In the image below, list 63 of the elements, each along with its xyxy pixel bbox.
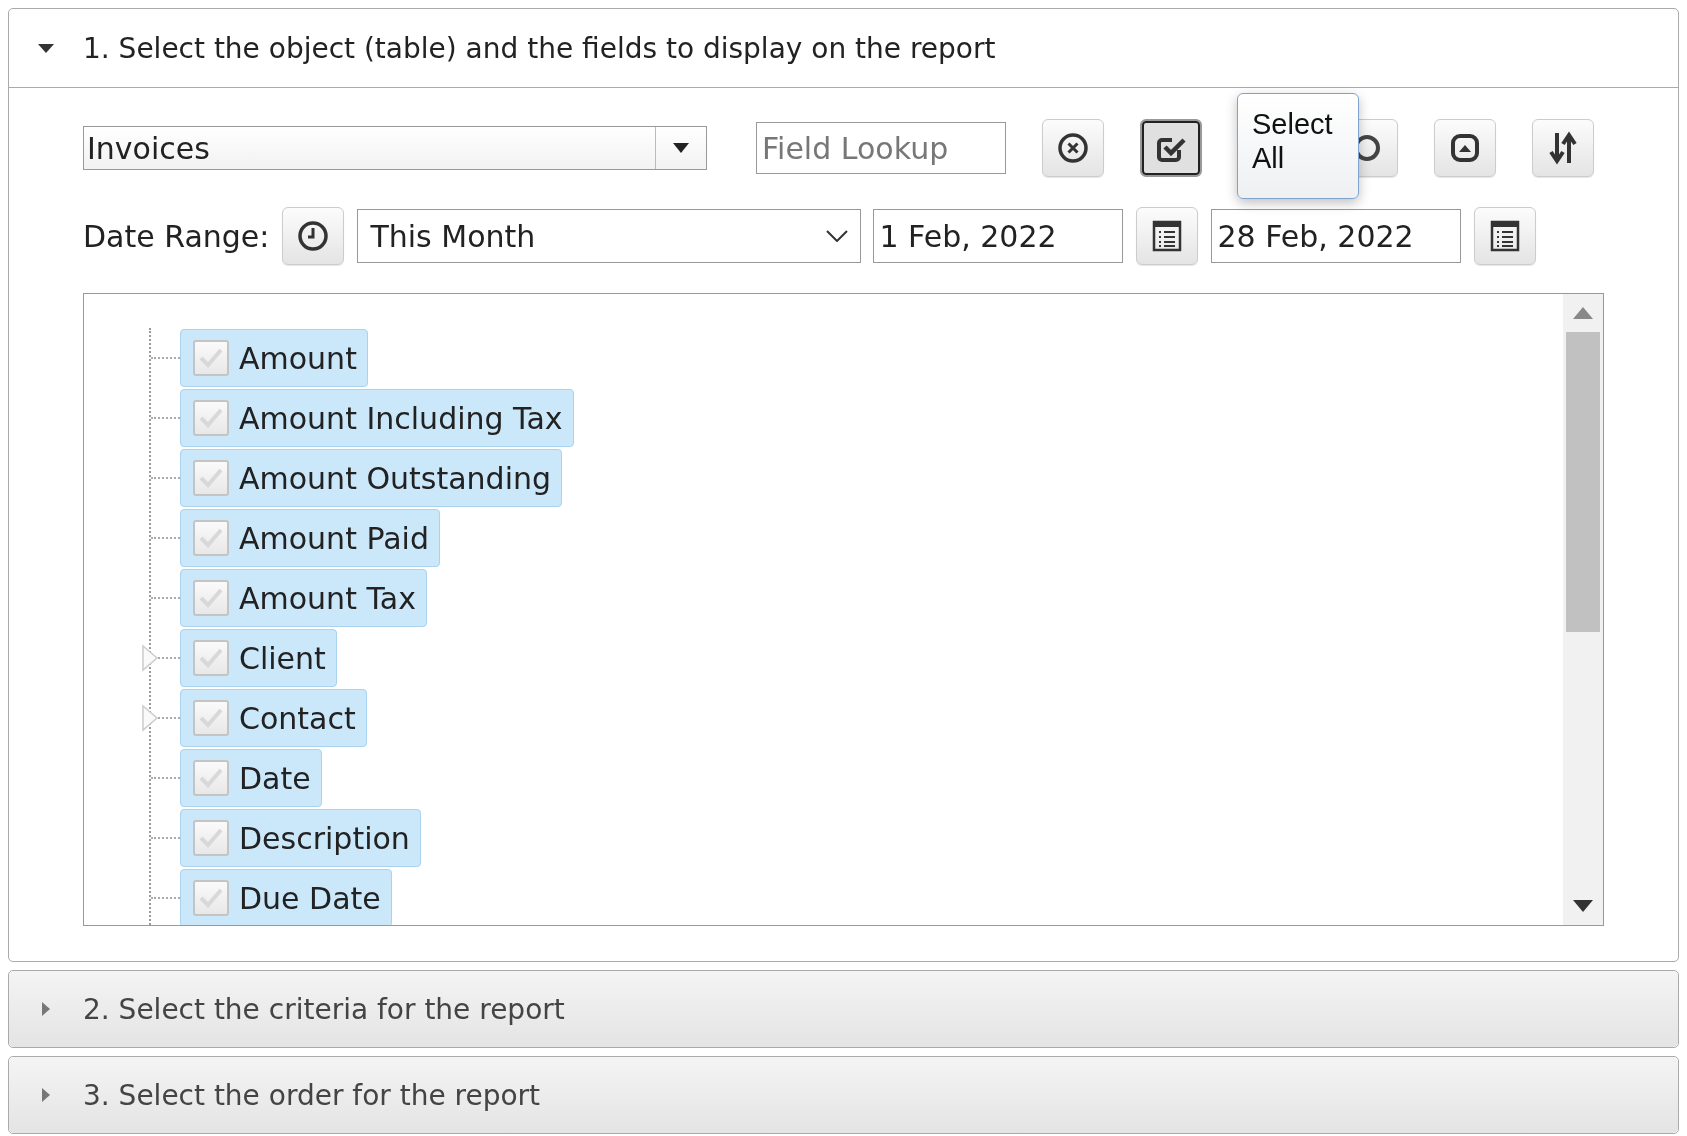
clock-icon: [297, 220, 330, 252]
caret-down-icon: [673, 143, 689, 153]
toolbar-button[interactable]: [1434, 119, 1496, 177]
calendar-button[interactable]: [1474, 207, 1537, 265]
expand-arrow-icon[interactable]: [141, 644, 159, 672]
expand-arrow-icon[interactable]: [141, 704, 159, 732]
check-icon: [198, 887, 224, 909]
field-lookup-input[interactable]: Field Lookup: [756, 122, 1006, 174]
section-header[interactable]: 1. Select the object (table) and the fields to display on the report: [9, 9, 1678, 88]
tree-item[interactable]: Amount Paid: [180, 509, 440, 567]
collapse-icon: [1449, 132, 1481, 164]
chevron-down-icon: [826, 230, 849, 242]
checkbox[interactable]: [193, 820, 229, 856]
tree-item[interactable]: Description: [180, 809, 421, 867]
clock-button[interactable]: [282, 207, 345, 265]
check-icon: [198, 347, 224, 369]
date-preset-dropdown[interactable]: This Month: [357, 209, 862, 263]
object-dropdown[interactable]: Invoices: [83, 126, 707, 170]
tree-item[interactable]: Amount: [180, 329, 368, 387]
section-title: 2. Select the criteria for the report: [83, 992, 565, 1026]
tree-item[interactable]: Due Date: [180, 869, 392, 925]
toolbar-button[interactable]: [1042, 119, 1104, 177]
scrollbar[interactable]: [1563, 294, 1603, 925]
checkbox[interactable]: [193, 580, 229, 616]
scroll-up-icon[interactable]: [1573, 307, 1593, 319]
tree-item[interactable]: Date: [180, 749, 322, 807]
date-to-field[interactable]: 28 Feb, 2022: [1211, 209, 1462, 263]
checkbox[interactable]: [193, 760, 229, 796]
section-title: 1. Select the object (table) and the fields to display on the report: [83, 31, 996, 65]
checkbox[interactable]: [193, 640, 229, 676]
toolbar-button[interactable]: [1532, 119, 1594, 177]
date-from-field[interactable]: 1 Feb, 2022: [873, 209, 1124, 263]
tree-item[interactable]: Amount Tax: [180, 569, 427, 627]
check-icon: [198, 647, 224, 669]
check-icon: [198, 467, 224, 489]
date-range-label: Date Range:: [83, 218, 270, 254]
calendar-button[interactable]: [1136, 207, 1199, 265]
calendar-icon: [1490, 220, 1521, 252]
section-header[interactable]: 2. Select the criteria for the report: [9, 971, 1678, 1047]
checkbox[interactable]: [193, 880, 229, 916]
check-icon: [198, 827, 224, 849]
check-icon: [198, 407, 224, 429]
check-icon: [198, 527, 224, 549]
section-header[interactable]: 3. Select the order for the report: [9, 1057, 1678, 1133]
calendar-icon: [1152, 220, 1183, 252]
tooltip: Select All: [1237, 93, 1359, 199]
check-icon: [198, 587, 224, 609]
check-icon: [198, 707, 224, 729]
checkbox[interactable]: [193, 460, 229, 496]
tree-item[interactable]: Amount Outstanding: [180, 449, 563, 507]
checkbox[interactable]: [193, 340, 229, 376]
tree-item[interactable]: Amount Including Tax: [180, 389, 574, 447]
checkbox[interactable]: [193, 520, 229, 556]
tree-item[interactable]: Contact: [180, 689, 367, 747]
close-icon: [1057, 132, 1089, 164]
tree-item[interactable]: Client: [180, 629, 337, 687]
checkbox[interactable]: [193, 700, 229, 736]
section-title: 3. Select the order for the report: [83, 1078, 541, 1112]
checkbox[interactable]: [193, 400, 229, 436]
scroll-down-icon[interactable]: [1573, 900, 1593, 912]
check-icon: [198, 767, 224, 789]
sort-icon: [1547, 130, 1579, 166]
toolbar-button[interactable]: [1140, 119, 1202, 177]
